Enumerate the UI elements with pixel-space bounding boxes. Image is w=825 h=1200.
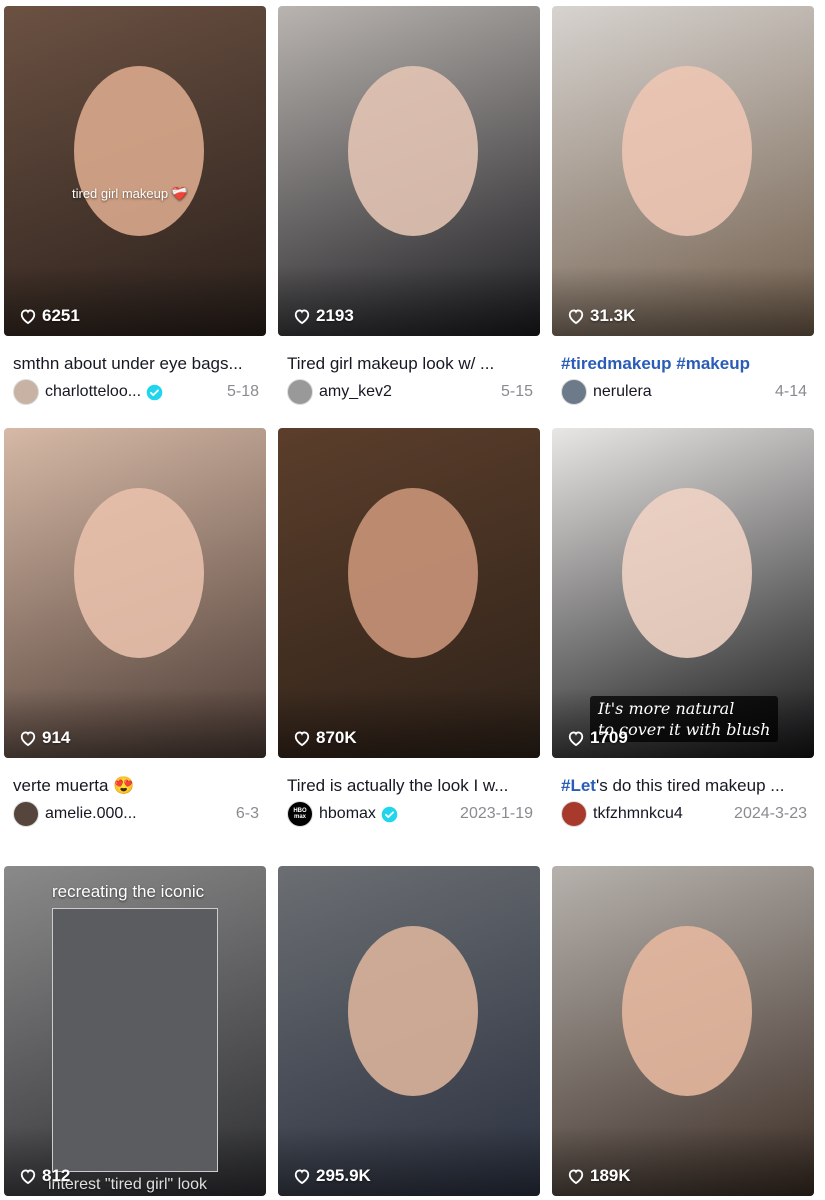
avatar[interactable] <box>561 379 587 405</box>
thumbnail-face-shape <box>622 66 752 236</box>
thumbnail-face-shape <box>348 488 478 658</box>
post-date: 2024-3-23 <box>734 805 807 822</box>
video-thumbnail[interactable]: It's more natural to cover it with blush 1… <box>552 428 814 758</box>
like-count: 914 <box>18 728 70 748</box>
avatar[interactable] <box>561 801 587 827</box>
like-count-value: 6251 <box>42 306 80 325</box>
thumbnail-face-shape <box>348 926 478 1096</box>
video-thumbnail[interactable]: 870K <box>278 428 540 758</box>
thumbnail-face-shape <box>622 488 752 658</box>
video-thumbnail[interactable]: 914 <box>4 428 266 758</box>
video-thumbnail[interactable]: 31.3K <box>552 6 814 336</box>
like-count-value: 1709 <box>590 728 628 747</box>
thumbnail-face-shape <box>622 926 752 1096</box>
verified-badge-icon <box>146 384 163 401</box>
author-row: HBO max hbomax 2023-1-19 <box>287 800 533 828</box>
video-caption[interactable]: smthn about under eye bags... <box>13 354 261 374</box>
thumbnail-face-shape <box>74 488 204 658</box>
caption-text: verte muerta 😍 <box>13 776 135 795</box>
like-count-value: 2193 <box>316 306 354 325</box>
caption-text: Tired is actually the look I w... <box>287 776 509 795</box>
username-link[interactable]: hbomax <box>319 805 376 823</box>
post-date: 2023-1-19 <box>460 805 533 822</box>
like-count-value: 295.9K <box>316 1166 371 1185</box>
heart-outline-icon <box>18 306 42 326</box>
like-count: 812 <box>18 1166 70 1186</box>
video-thumbnail[interactable]: 2193 <box>278 6 540 336</box>
author-row: amelie.000... 6-3 <box>13 800 259 828</box>
post-date: 4-14 <box>774 383 807 400</box>
like-count-value: 189K <box>590 1166 631 1185</box>
overlay-bottom-text: interest "tired girl" look <box>48 1176 207 1193</box>
heart-outline-icon <box>566 1166 590 1186</box>
post-date: 6-3 <box>235 805 259 822</box>
author-row: charlotteloo... 5-18 <box>13 378 259 406</box>
like-count-value: 914 <box>42 728 71 747</box>
video-caption[interactable]: Tired girl makeup look w/ ... <box>287 354 535 374</box>
username-link[interactable]: tkfzhmnkcu4 <box>593 805 683 823</box>
heart-outline-icon <box>292 306 316 326</box>
overlay-text: tired girl makeup ❤️‍🩹 <box>72 186 188 201</box>
overlay-title-text: recreating the iconic <box>52 882 205 901</box>
like-count: 31.3K <box>566 306 635 326</box>
heart-outline-icon <box>566 728 590 748</box>
video-thumbnail[interactable]: tired girl makeup ❤️‍🩹 6251 <box>4 6 266 336</box>
avatar[interactable] <box>287 379 313 405</box>
heart-outline-icon <box>18 1166 42 1186</box>
heart-outline-icon <box>18 728 42 748</box>
video-grid: tired girl makeup ❤️‍🩹 6251 smthn about un… <box>0 0 825 1200</box>
verified-badge-icon <box>381 806 398 823</box>
username-link[interactable]: amelie.000... <box>45 805 137 823</box>
avatar[interactable] <box>13 801 39 827</box>
heart-outline-icon <box>566 306 590 326</box>
video-thumbnail[interactable]: recreating the iconic interest "tired gir… <box>4 866 266 1196</box>
username-link[interactable]: nerulera <box>593 383 652 401</box>
avatar[interactable] <box>13 379 39 405</box>
avatar[interactable]: HBO max <box>287 801 313 827</box>
heart-outline-icon <box>292 728 316 748</box>
like-count-value: 31.3K <box>590 306 636 325</box>
hashtag-link[interactable]: #Let <box>561 776 596 795</box>
like-count: 2193 <box>292 306 354 326</box>
post-date: 5-15 <box>500 383 533 400</box>
video-caption[interactable]: #Let's do this tired makeup ... <box>561 776 809 796</box>
username-link[interactable]: amy_kev2 <box>319 383 392 401</box>
post-date: 5-18 <box>226 383 259 400</box>
video-thumbnail[interactable]: 189K <box>552 866 814 1196</box>
like-count: 6251 <box>18 306 80 326</box>
hashtag-link[interactable]: #tiredmakeup #makeup <box>561 354 750 373</box>
like-count-value: 812 <box>42 1166 71 1185</box>
video-caption[interactable]: #tiredmakeup #makeup <box>561 354 809 374</box>
heart-outline-icon <box>292 1166 316 1186</box>
thumbnail-face-shape <box>74 66 204 236</box>
video-caption[interactable]: verte muerta 😍 <box>13 776 261 796</box>
username-link[interactable]: charlotteloo... <box>45 383 141 401</box>
video-caption[interactable]: Tired is actually the look I w... <box>287 776 535 796</box>
like-count-value: 870K <box>316 728 357 747</box>
thumbnail-face-shape <box>348 66 478 236</box>
caption-text: smthn about under eye bags... <box>13 354 243 373</box>
overlay-caption-line: It's more natural <box>598 699 735 718</box>
like-count: 189K <box>566 1166 631 1186</box>
video-thumbnail[interactable]: 295.9K <box>278 866 540 1196</box>
caption-text: 's do this tired makeup ... <box>595 776 785 795</box>
like-count: 295.9K <box>292 1166 371 1186</box>
like-count: 1709 <box>566 728 628 748</box>
author-row: tkfzhmnkcu4 2024-3-23 <box>561 800 807 828</box>
inset-photo <box>52 908 218 1172</box>
author-row: nerulera 4-14 <box>561 378 807 406</box>
like-count: 870K <box>292 728 357 748</box>
author-row: amy_kev2 5-15 <box>287 378 533 406</box>
caption-text: Tired girl makeup look w/ ... <box>287 354 495 373</box>
